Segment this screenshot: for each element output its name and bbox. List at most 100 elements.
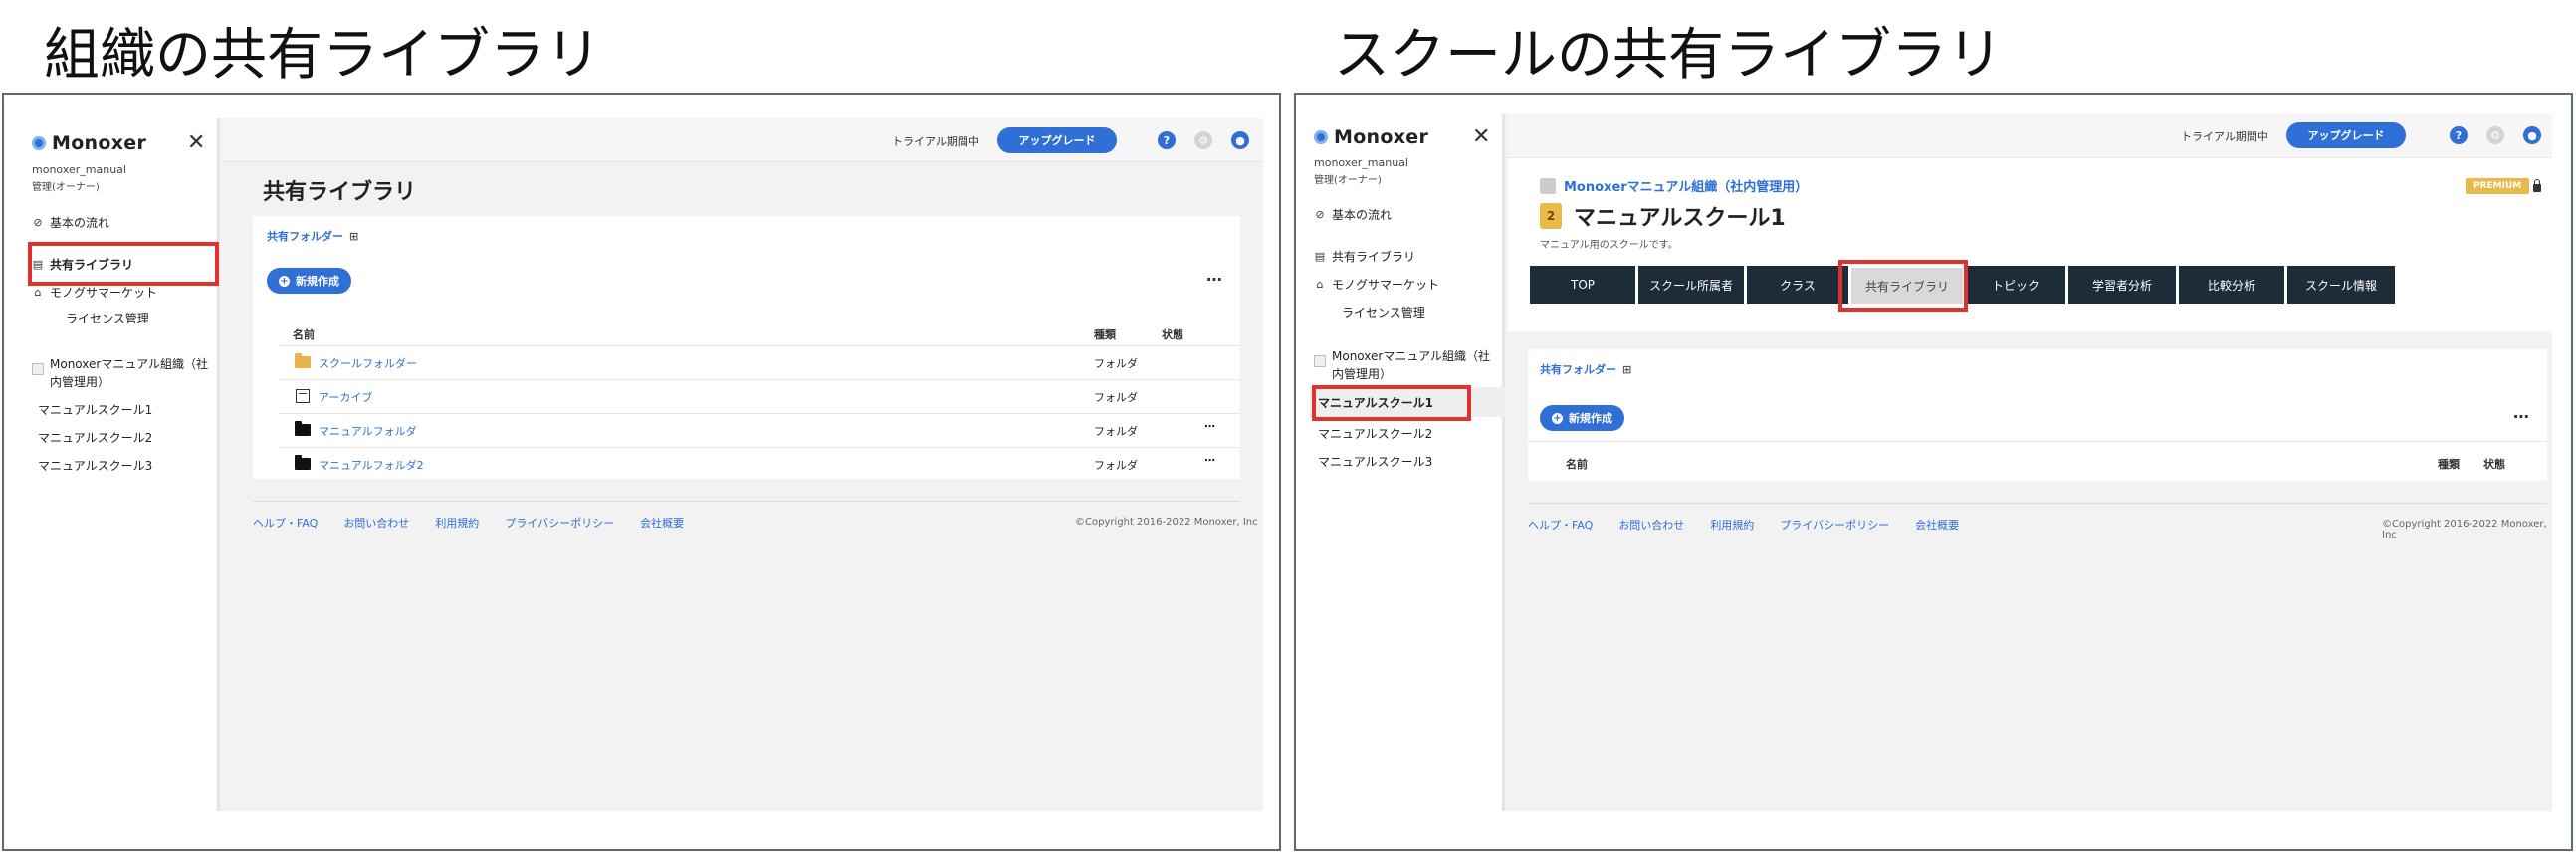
right-app-window: Monoxer ✕ monoxer_manual 管理(オーナー) ⊘ 基本の流… xyxy=(1310,114,2552,811)
sidebar-item-basic-flow[interactable]: ⊘ 基本の流れ xyxy=(1314,206,1392,223)
footer-link-help[interactable]: ヘルプ・FAQ xyxy=(253,515,318,531)
sidebar-item-label: モノグサマーケット xyxy=(1332,278,1440,292)
row-type: フォルダ xyxy=(1094,425,1138,438)
footer-link-company[interactable]: 会社概要 xyxy=(640,515,684,531)
user-role: 管理(オーナー) xyxy=(1314,175,1382,186)
settings-icon[interactable]: ⚙ xyxy=(1194,131,1212,149)
tab-learner-analysis[interactable]: 学習者分析 xyxy=(2068,266,2176,304)
column-name[interactable]: 名前 xyxy=(293,326,315,342)
school-description: マニュアル用のスクールです。 xyxy=(1540,240,1678,251)
highlight-box-shared-library-tab xyxy=(1838,260,1968,312)
column-type[interactable]: 種類 xyxy=(2438,456,2460,472)
upgrade-button[interactable]: アップグレード xyxy=(2286,122,2406,148)
basket-icon: ⌂ xyxy=(1316,278,1324,291)
row-more-icon[interactable]: ⋯ xyxy=(1204,454,1215,467)
column-name[interactable]: 名前 xyxy=(1566,456,1588,472)
folder-icon xyxy=(295,421,311,436)
monoxer-logo[interactable]: Monoxer xyxy=(1314,126,1428,148)
trial-status: トライアル期間中 xyxy=(892,135,979,148)
close-icon[interactable]: ✕ xyxy=(187,132,205,154)
folder-icon xyxy=(295,455,311,470)
right-sidebar: Monoxer ✕ monoxer_manual 管理(オーナー) ⊘ 基本の流… xyxy=(1310,114,1505,811)
footer-link-contact[interactable]: お問い合わせ xyxy=(343,515,409,531)
new-create-label: 新規作成 xyxy=(296,275,339,288)
school-badge-icon: 2 xyxy=(1540,203,1562,229)
sidebar-org[interactable]: Monoxerマニュアル組織（社内管理用） xyxy=(1314,347,1495,383)
sidebar-school-2[interactable]: マニュアルスクール2 xyxy=(1318,425,1432,442)
sidebar-item-label: 基本の流れ xyxy=(1332,208,1393,222)
right-panel-heading: スクールの共有ライブラリ xyxy=(1334,23,2003,88)
highlight-box-shared-library xyxy=(28,242,219,286)
school-title: 2 マニュアルスクール1 xyxy=(1540,200,1786,232)
settings-icon[interactable]: ⚙ xyxy=(2486,126,2504,144)
tab-comparison[interactable]: 比較分析 xyxy=(2179,266,2284,304)
sidebar-item-label: ライセンス管理 xyxy=(66,312,149,325)
user-name: monoxer_manual xyxy=(1314,156,1408,169)
breadcrumb[interactable]: 共有フォルダー ⊞ xyxy=(1540,361,1631,377)
account-icon[interactable]: ● xyxy=(2523,126,2541,144)
tab-school-info[interactable]: スクール情報 xyxy=(2287,266,2395,304)
sidebar-org[interactable]: Monoxerマニュアル組織（社内管理用） xyxy=(32,355,209,391)
more-options-icon[interactable]: ⋯ xyxy=(2513,407,2530,426)
footer-link-company[interactable]: 会社概要 xyxy=(1915,517,1959,533)
sidebar-school-2[interactable]: マニュアルスクール2 xyxy=(38,429,152,446)
org-checkbox[interactable] xyxy=(32,363,44,375)
left-app-window: Monoxer ✕ monoxer_manual 管理(オーナー) ⊘ 基本の流… xyxy=(28,118,1263,811)
account-icon[interactable]: ● xyxy=(1231,131,1249,149)
help-icon[interactable]: ? xyxy=(2450,126,2468,144)
footer-link-privacy[interactable]: プライバシーポリシー xyxy=(505,515,614,531)
breadcrumb-shared-folder[interactable]: 共有フォルダー xyxy=(1540,361,1616,377)
tab-members[interactable]: スクール所属者 xyxy=(1638,266,1744,304)
footer-links: ヘルプ・FAQ お問い合わせ 利用規約 プライバシーポリシー 会社概要 xyxy=(253,515,684,531)
column-type[interactable]: 種類 xyxy=(1094,326,1116,342)
column-status[interactable]: 状態 xyxy=(1162,326,1183,342)
sidebar-item-basic-flow[interactable]: ⊘ 基本の流れ xyxy=(32,214,109,231)
sidebar-item-license[interactable]: ライセンス管理 xyxy=(66,310,149,326)
breadcrumb-shared-folder[interactable]: 共有フォルダー xyxy=(267,228,343,244)
more-options-icon[interactable]: ⋯ xyxy=(1206,270,1223,289)
table-row[interactable]: マニュアルフォルダ フォルダ ⋯ xyxy=(279,413,1240,447)
right-topbar: トライアル期間中 アップグレード ? ⚙ ● xyxy=(1508,114,2552,158)
sidebar-item-label: 基本の流れ xyxy=(50,216,110,230)
tab-topic[interactable]: トピック xyxy=(1966,266,2065,304)
footer-link-terms[interactable]: 利用規約 xyxy=(1710,517,1754,533)
breadcrumb[interactable]: 共有フォルダー ⊞ xyxy=(267,228,358,244)
sidebar-school-1[interactable]: マニュアルスクール1 xyxy=(38,401,152,418)
logo-text: Monoxer xyxy=(1334,126,1429,148)
library-icon: ▤ xyxy=(1314,250,1326,263)
row-type: フォルダ xyxy=(1094,357,1138,370)
new-create-button[interactable]: + 新規作成 xyxy=(267,268,351,294)
footer-link-privacy[interactable]: プライバシーポリシー xyxy=(1780,517,1889,533)
footer-link-terms[interactable]: 利用規約 xyxy=(435,515,479,531)
column-status[interactable]: 状態 xyxy=(2483,456,2505,472)
table-row[interactable]: マニュアルフォルダ2 フォルダ ⋯ xyxy=(279,447,1240,481)
sidebar-item-shared-library[interactable]: ▤ 共有ライブラリ xyxy=(1314,248,1415,265)
row-name[interactable]: マニュアルフォルダ2 xyxy=(319,457,424,473)
sidebar-item-market[interactable]: ⌂ モノグサマーケット xyxy=(1314,276,1440,293)
left-screenshot-frame: Monoxer ✕ monoxer_manual 管理(オーナー) ⊘ 基本の流… xyxy=(2,93,1281,851)
sidebar-school-3[interactable]: マニュアルスクール3 xyxy=(1318,453,1432,470)
org-checkbox[interactable] xyxy=(1314,355,1326,367)
org-link[interactable]: Monoxerマニュアル組織（社内管理用） xyxy=(1540,176,1808,195)
sidebar-school-3[interactable]: マニュアルスクール3 xyxy=(38,457,152,474)
org-tree-icon: ⊞ xyxy=(1622,362,1632,376)
tab-class[interactable]: クラス xyxy=(1747,266,1848,304)
upgrade-button[interactable]: アップグレード xyxy=(997,127,1117,153)
user-name: monoxer_manual xyxy=(32,163,126,176)
row-name[interactable]: マニュアルフォルダ xyxy=(319,423,417,439)
new-create-button[interactable]: + 新規作成 xyxy=(1540,405,1624,431)
monoxer-logo[interactable]: Monoxer xyxy=(32,132,146,154)
row-name[interactable]: アーカイブ xyxy=(319,389,372,405)
row-name[interactable]: スクールフォルダー xyxy=(319,355,417,371)
tab-top[interactable]: TOP xyxy=(1530,266,1635,304)
row-more-icon[interactable]: ⋯ xyxy=(1204,420,1215,433)
help-icon[interactable]: ? xyxy=(1158,131,1176,149)
footer-link-help[interactable]: ヘルプ・FAQ xyxy=(1528,517,1593,533)
footer-link-contact[interactable]: お問い合わせ xyxy=(1618,517,1684,533)
close-icon[interactable]: ✕ xyxy=(1472,126,1490,148)
table-row[interactable]: スクールフォルダー フォルダ xyxy=(279,345,1240,379)
sidebar-item-license[interactable]: ライセンス管理 xyxy=(1342,304,1425,321)
sidebar-item-market[interactable]: ⌂ モノグサマーケット xyxy=(32,284,158,301)
table-row[interactable]: アーカイブ フォルダ xyxy=(279,379,1240,413)
new-create-label: 新規作成 xyxy=(1569,412,1612,425)
